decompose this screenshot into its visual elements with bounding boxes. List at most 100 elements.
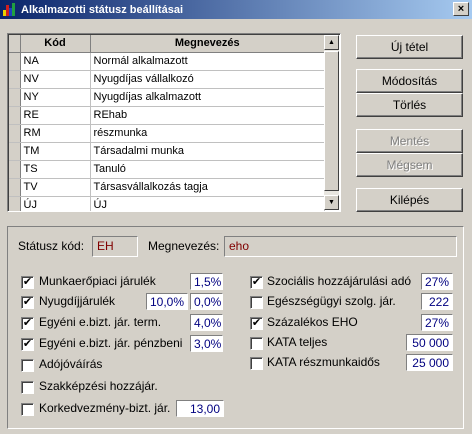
table-row[interactable]: RM részmunka <box>9 124 325 143</box>
checkmark-icon: ✔ <box>251 276 262 288</box>
window-title: Alkalmazotti státusz beállításai <box>21 3 183 16</box>
pension-contribution-rate[interactable]: 10,0% <box>146 293 188 310</box>
health-service-contribution-label: Egészségügyi szolg. jár. <box>267 294 396 308</box>
column-header-code[interactable]: Kód <box>20 35 91 53</box>
percentage-eho-value[interactable]: 27% <box>421 314 453 331</box>
cell-name[interactable]: REhab <box>90 106 325 125</box>
app-icon <box>3 3 17 16</box>
row-indicator <box>9 196 21 211</box>
labor-market-contribution-checkbox[interactable]: ✔ <box>21 276 34 289</box>
percentage-eho-checkbox[interactable]: ✔ <box>250 317 263 330</box>
save-button[interactable]: Mentés <box>356 129 463 153</box>
table-row[interactable]: NY Nyugdíjas alkalmazott <box>9 88 325 107</box>
cell-name[interactable]: Társadalmi munka <box>90 142 325 161</box>
health-insurance-cash-label: Egyéni e.bizt. jár. pénzbeni <box>39 336 183 350</box>
column-header-name[interactable]: Megnevezés <box>90 35 325 53</box>
checkmark-icon: ✔ <box>22 338 33 350</box>
pension-contribution-label: Nyugdíjjárulék <box>39 294 116 308</box>
table-row[interactable]: ÚJ ÚJ <box>9 196 325 211</box>
status-table: Kód Megnevezés NA Normál alkalmazott NV Ny… <box>9 35 325 211</box>
name-label: Megnevezés: <box>148 239 220 253</box>
cancel-button[interactable]: Mégsem <box>356 153 463 177</box>
row-indicator <box>9 88 21 107</box>
row-indicator <box>9 142 21 161</box>
row-indicator <box>9 124 21 143</box>
cell-code[interactable]: RM <box>20 124 91 143</box>
cell-code[interactable]: TV <box>20 178 91 197</box>
cell-name[interactable]: Tanuló <box>90 160 325 179</box>
cell-name[interactable]: Társasvállalkozás tagja <box>90 178 325 197</box>
cell-code[interactable]: TS <box>20 160 91 179</box>
scroll-down-icon[interactable]: ▼ <box>324 195 339 210</box>
tax-credit-label: Adójóváírás <box>39 357 103 371</box>
health-service-contribution-value[interactable]: 222 <box>421 293 453 310</box>
tax-credit-checkbox[interactable] <box>21 359 34 372</box>
row-indicator-header <box>9 35 21 53</box>
scroll-thumb[interactable] <box>324 51 339 191</box>
row-indicator <box>9 160 21 179</box>
vocational-training-contribution-label: Szakképzési hozzájár. <box>39 379 158 393</box>
status-code-label: Státusz kód: <box>18 239 85 253</box>
table-row[interactable]: NA Normál alkalmazott <box>9 52 325 71</box>
social-contribution-tax-label: Szociális hozzájárulási adó <box>267 274 412 288</box>
exit-button[interactable]: Kilépés <box>356 188 463 212</box>
early-retirement-insurance-value[interactable]: 13,00 <box>176 400 224 417</box>
cell-name[interactable]: részmunka <box>90 124 325 143</box>
cell-code[interactable]: NA <box>20 52 91 71</box>
pension-contribution-checkbox[interactable]: ✔ <box>21 296 34 309</box>
health-service-contribution-checkbox[interactable] <box>250 296 263 309</box>
health-insurance-in-kind-label: Egyéni e.bizt. jár. term. <box>39 315 162 329</box>
vertical-scrollbar[interactable]: ▲ ▼ <box>324 35 339 210</box>
cell-code[interactable]: NV <box>20 70 91 89</box>
percentage-eho-label: Százalékos EHO <box>267 315 358 329</box>
cell-name[interactable]: Normál alkalmazott <box>90 52 325 71</box>
cell-code[interactable]: RE <box>20 106 91 125</box>
table-row[interactable]: TV Társasvállalkozás tagja <box>9 178 325 197</box>
cell-name[interactable]: Nyugdíjas alkalmazott <box>90 88 325 107</box>
checkmark-icon: ✔ <box>22 276 33 288</box>
early-retirement-insurance-checkbox[interactable] <box>21 403 34 416</box>
early-retirement-insurance-label: Korkedvezmény-bizt. jár. <box>39 401 171 415</box>
checkmark-icon: ✔ <box>251 317 262 329</box>
health-insurance-cash-checkbox[interactable]: ✔ <box>21 338 34 351</box>
row-indicator <box>9 70 21 89</box>
health-insurance-in-kind-value[interactable]: 4,0% <box>190 314 223 331</box>
cell-name[interactable]: ÚJ <box>90 196 325 211</box>
close-button[interactable]: × <box>453 2 469 16</box>
kata-part-time-value[interactable]: 25 000 <box>406 354 453 371</box>
table-row[interactable]: TS Tanuló <box>9 160 325 179</box>
cell-name[interactable]: Nyugdíjas vállalkozó <box>90 70 325 89</box>
kata-full-checkbox[interactable] <box>250 337 263 350</box>
scroll-up-icon[interactable]: ▲ <box>324 35 339 50</box>
row-indicator <box>9 106 21 125</box>
kata-full-value[interactable]: 50 000 <box>406 334 453 351</box>
social-contribution-tax-value[interactable]: 27% <box>421 273 453 290</box>
delete-button[interactable]: Törlés <box>356 93 463 117</box>
vocational-training-contribution-checkbox[interactable] <box>21 381 34 394</box>
modify-button[interactable]: Módosítás <box>356 69 463 93</box>
kata-part-time-label: KATA részmunkaidős <box>267 355 380 369</box>
labor-market-contribution-label: Munkaerőpiaci járulék <box>39 274 156 288</box>
cell-code[interactable]: NY <box>20 88 91 107</box>
cell-code[interactable]: ÚJ <box>20 196 91 211</box>
new-item-button[interactable]: Új tétel <box>356 35 463 59</box>
checkmark-icon: ✔ <box>22 317 33 329</box>
social-contribution-tax-checkbox[interactable]: ✔ <box>250 276 263 289</box>
status-grid[interactable]: Kód Megnevezés NA Normál alkalmazott NV Ny… <box>7 33 341 212</box>
labor-market-contribution-value[interactable]: 1,5% <box>190 273 223 290</box>
table-row[interactable]: NV Nyugdíjas vállalkozó <box>9 70 325 89</box>
table-row[interactable]: RE REhab <box>9 106 325 125</box>
status-code-field[interactable]: EH <box>92 236 138 257</box>
detail-panel: Státusz kód: EH Megnevezés: eho ✔ Munkae… <box>7 226 464 429</box>
kata-part-time-checkbox[interactable] <box>250 357 263 370</box>
row-indicator <box>9 178 21 197</box>
row-indicator <box>9 52 21 71</box>
table-row[interactable]: TM Társadalmi munka <box>9 142 325 161</box>
title-bar: Alkalmazotti státusz beállításai × <box>0 0 472 19</box>
pension-contribution-value[interactable]: 0,0% <box>190 293 223 310</box>
health-insurance-in-kind-checkbox[interactable]: ✔ <box>21 317 34 330</box>
cell-code[interactable]: TM <box>20 142 91 161</box>
name-field[interactable]: eho <box>224 236 457 257</box>
checkmark-icon: ✔ <box>22 296 33 308</box>
health-insurance-cash-value[interactable]: 3,0% <box>190 335 223 352</box>
